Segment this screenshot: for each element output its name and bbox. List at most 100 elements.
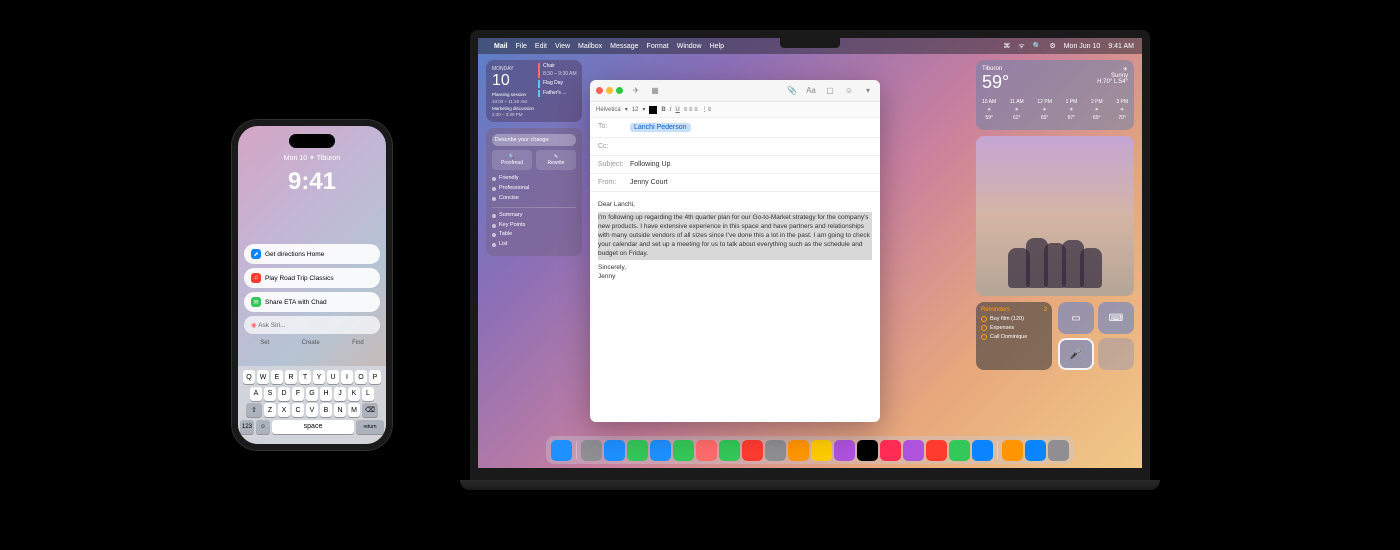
- dropdown-icon[interactable]: ▾: [862, 85, 874, 97]
- dock-launchpad[interactable]: [581, 440, 602, 461]
- action-summary[interactable]: Summary: [492, 211, 576, 221]
- writing-tools-input[interactable]: Describe your change: [492, 134, 576, 146]
- menu-edit[interactable]: Edit: [535, 43, 547, 50]
- emoji-icon[interactable]: ☺: [843, 85, 855, 97]
- key-z[interactable]: Z: [264, 403, 276, 417]
- key-r[interactable]: R: [285, 370, 297, 384]
- suggestion-directions[interactable]: ⬈Get directions Home: [244, 244, 380, 264]
- key-g[interactable]: G: [306, 387, 318, 401]
- dock-mail[interactable]: [650, 440, 671, 461]
- siri-input[interactable]: ◉ Ask Siri...: [244, 316, 380, 334]
- key-space[interactable]: space: [272, 420, 354, 434]
- reminder-item[interactable]: Call Dominique: [981, 334, 1047, 340]
- reminder-item[interactable]: Expenses: [981, 325, 1047, 331]
- key-j[interactable]: J: [334, 387, 346, 401]
- dock-numbers[interactable]: [949, 440, 970, 461]
- dock-pages[interactable]: [1002, 440, 1023, 461]
- key-123[interactable]: 123: [240, 420, 254, 434]
- key-n[interactable]: N: [334, 403, 346, 417]
- zoom-button[interactable]: [616, 87, 623, 94]
- key-h[interactable]: H: [320, 387, 332, 401]
- search-icon[interactable]: 🔍: [1033, 42, 1042, 50]
- dock-finder[interactable]: [551, 440, 572, 461]
- dock-settings[interactable]: [1048, 440, 1069, 461]
- menu-mail[interactable]: Mail: [494, 43, 508, 50]
- dock-music[interactable]: [880, 440, 901, 461]
- key-a[interactable]: A: [250, 387, 262, 401]
- iphone-keyboard[interactable]: QWERTYUIOP ASDFGHJKL ⇧ZXCVBNM⌫ 123 ☺ spa…: [238, 366, 386, 444]
- dock-appstore[interactable]: [1025, 440, 1046, 461]
- bold-button[interactable]: B: [661, 107, 665, 113]
- key-w[interactable]: W: [257, 370, 269, 384]
- dock-contacts[interactable]: [765, 440, 786, 461]
- photos-widget[interactable]: [976, 136, 1134, 296]
- style-professional[interactable]: Professional: [492, 184, 576, 194]
- dock-messages[interactable]: [627, 440, 648, 461]
- key-i[interactable]: I: [341, 370, 353, 384]
- menu-format[interactable]: Format: [647, 43, 669, 50]
- key-x[interactable]: X: [278, 403, 290, 417]
- weather-widget[interactable]: Tiburon 59° ☀ Sunny H:70° L:54° 10 AM☀59…: [976, 60, 1134, 130]
- mail-body[interactable]: Dear Lanchi, I'm following up regarding …: [590, 192, 880, 289]
- siri-tab-find[interactable]: Find: [352, 340, 364, 346]
- menu-message[interactable]: Message: [610, 43, 638, 50]
- key-return[interactable]: return: [356, 420, 384, 434]
- dock-notes[interactable]: [811, 440, 832, 461]
- from-field[interactable]: Jenny Court: [630, 179, 668, 186]
- dock-safari[interactable]: [604, 440, 625, 461]
- key-o[interactable]: O: [355, 370, 367, 384]
- dock-maps[interactable]: [673, 440, 694, 461]
- dock-calendar[interactable]: [742, 440, 763, 461]
- dock-photos[interactable]: [696, 440, 717, 461]
- key-b[interactable]: B: [320, 403, 332, 417]
- menu-mailbox[interactable]: Mailbox: [578, 43, 602, 50]
- shortcut-4[interactable]: [1098, 338, 1134, 370]
- rewrite-button[interactable]: ✎Rewrite: [536, 150, 576, 170]
- dock-freeform[interactable]: [834, 440, 855, 461]
- send-icon[interactable]: ✈: [630, 85, 642, 97]
- close-button[interactable]: [596, 87, 603, 94]
- key-s[interactable]: S: [264, 387, 276, 401]
- italic-button[interactable]: I: [670, 107, 672, 113]
- attach-icon[interactable]: 📎: [786, 85, 798, 97]
- dock-podcasts[interactable]: [903, 440, 924, 461]
- key-k[interactable]: K: [348, 387, 360, 401]
- shortcut-2[interactable]: ⌨: [1098, 302, 1134, 334]
- key-delete[interactable]: ⌫: [362, 403, 378, 417]
- key-c[interactable]: C: [292, 403, 304, 417]
- list-buttons[interactable]: ⋮≡: [702, 106, 712, 113]
- menubar-time[interactable]: 9:41 AM: [1108, 43, 1134, 50]
- menubar-date[interactable]: Mon Jun 10: [1064, 43, 1101, 50]
- suggestion-share-eta[interactable]: ✉Share ETA with Chad: [244, 292, 380, 312]
- style-friendly[interactable]: Friendly: [492, 174, 576, 184]
- header-icon[interactable]: ▦: [649, 85, 661, 97]
- format-icon[interactable]: Aa: [805, 85, 817, 97]
- key-e[interactable]: E: [271, 370, 283, 384]
- style-concise[interactable]: Concise: [492, 194, 576, 204]
- to-recipient[interactable]: Lanchi Pederson: [630, 123, 691, 132]
- key-t[interactable]: T: [299, 370, 311, 384]
- siri-tab-set[interactable]: Set: [260, 340, 269, 346]
- reminders-widget[interactable]: Reminders3 Buy film (120)ExpensesCall Do…: [976, 302, 1052, 370]
- key-u[interactable]: U: [327, 370, 339, 384]
- key-m[interactable]: M: [348, 403, 360, 417]
- action-table[interactable]: Table: [492, 230, 576, 240]
- key-d[interactable]: D: [278, 387, 290, 401]
- action-key-points[interactable]: Key Points: [492, 221, 576, 231]
- dock-reminders[interactable]: [788, 440, 809, 461]
- key-p[interactable]: P: [369, 370, 381, 384]
- control-center-icon[interactable]: ⌘: [1003, 42, 1010, 50]
- photo-icon[interactable]: ▢: [824, 85, 836, 97]
- reminder-item[interactable]: Buy film (120): [981, 316, 1047, 322]
- shortcut-3[interactable]: 🎤: [1058, 338, 1094, 370]
- dock-keynote[interactable]: [972, 440, 993, 461]
- dock-news[interactable]: [926, 440, 947, 461]
- shortcut-1[interactable]: ▭: [1058, 302, 1094, 334]
- dock-tv[interactable]: [857, 440, 878, 461]
- underline-button[interactable]: U: [675, 107, 679, 113]
- color-swatch[interactable]: [649, 106, 657, 114]
- wifi-icon[interactable]: ᯤ: [1018, 42, 1024, 51]
- key-q[interactable]: Q: [243, 370, 255, 384]
- font-select[interactable]: Helvetica: [596, 107, 621, 113]
- key-v[interactable]: V: [306, 403, 318, 417]
